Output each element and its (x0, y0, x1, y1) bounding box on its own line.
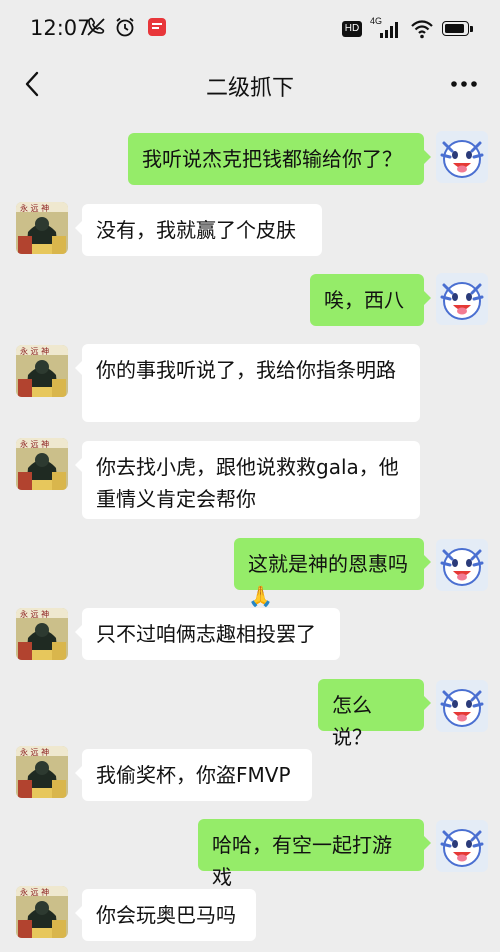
hd-label: HD (344, 23, 360, 34)
received-message: 你去找小虎，跟他说救救gala，他重情义肯定会帮你 (0, 441, 500, 519)
alarm-icon (113, 14, 137, 40)
message-bubble[interactable]: 我听说杰克把钱都输给你了？ (128, 133, 431, 185)
contact-avatar[interactable] (16, 438, 68, 490)
more-dots-icon (451, 81, 477, 87)
message-bubble[interactable]: 你会玩奥巴马吗 (75, 889, 256, 941)
sent-message: 哈哈，有空一起打游戏 (0, 819, 500, 889)
cellular-signal-icon: 4G (370, 16, 402, 40)
contact-avatar[interactable] (16, 345, 68, 397)
sent-message: 唉，西八 (0, 274, 500, 326)
my-avatar[interactable] (436, 820, 488, 872)
contact-avatar[interactable] (16, 202, 68, 254)
hd-badge: HD (342, 21, 362, 37)
status-time: 12:07 (30, 16, 91, 40)
my-avatar[interactable] (436, 273, 488, 325)
received-message: 只不过咱俩志趣相投罢了 (0, 608, 500, 660)
app-notification-icon (146, 14, 168, 40)
status-right-group: HD 4G (342, 16, 474, 42)
mute-icon (84, 14, 108, 40)
message-bubble[interactable]: 你的事我听说了，我给你指条明路 (75, 344, 420, 422)
message-bubble[interactable]: 这就是神的恩惠吗🙏 (234, 538, 431, 608)
battery-icon (442, 20, 474, 38)
my-avatar[interactable] (436, 131, 488, 183)
chat-title: 二级抓下 (205, 76, 294, 101)
message-bubble[interactable]: 哈哈，有空一起打游戏 (198, 819, 431, 889)
status-bar: 12:07 HD 4G (0, 0, 500, 56)
received-message: 没有，我就赢了个皮肤 (0, 204, 500, 256)
more-options-button[interactable] (444, 66, 484, 102)
my-avatar[interactable] (436, 680, 488, 732)
received-message: 你会玩奥巴马吗 (0, 889, 500, 941)
my-avatar[interactable] (436, 539, 488, 591)
chat-header: 二级抓下 (0, 56, 500, 112)
contact-avatar[interactable] (16, 608, 68, 660)
wifi-icon (410, 18, 434, 40)
sent-message: 我听说杰克把钱都输给你了？ (0, 133, 500, 185)
message-bubble[interactable]: 没有，我就赢了个皮肤 (75, 204, 322, 256)
message-bubble[interactable]: 只不过咱俩志趣相投罢了 (75, 608, 340, 660)
sent-message: 这就是神的恩惠吗🙏 (0, 538, 500, 608)
received-message: 我偷奖杯，你盗FMVP (0, 749, 500, 801)
sent-message: 怎么说？ (0, 679, 500, 749)
received-message: 你的事我听说了，我给你指条明路 (0, 344, 500, 422)
battery-fill (445, 24, 464, 33)
message-bubble[interactable]: 怎么说？ (318, 679, 431, 749)
message-bubble[interactable]: 我偷奖杯，你盗FMVP (75, 749, 312, 801)
contact-avatar[interactable] (16, 886, 68, 938)
message-bubble[interactable]: 你去找小虎，跟他说救救gala，他重情义肯定会帮你 (75, 441, 420, 519)
message-bubble[interactable]: 唉，西八 (310, 274, 431, 326)
contact-avatar[interactable] (16, 746, 68, 798)
